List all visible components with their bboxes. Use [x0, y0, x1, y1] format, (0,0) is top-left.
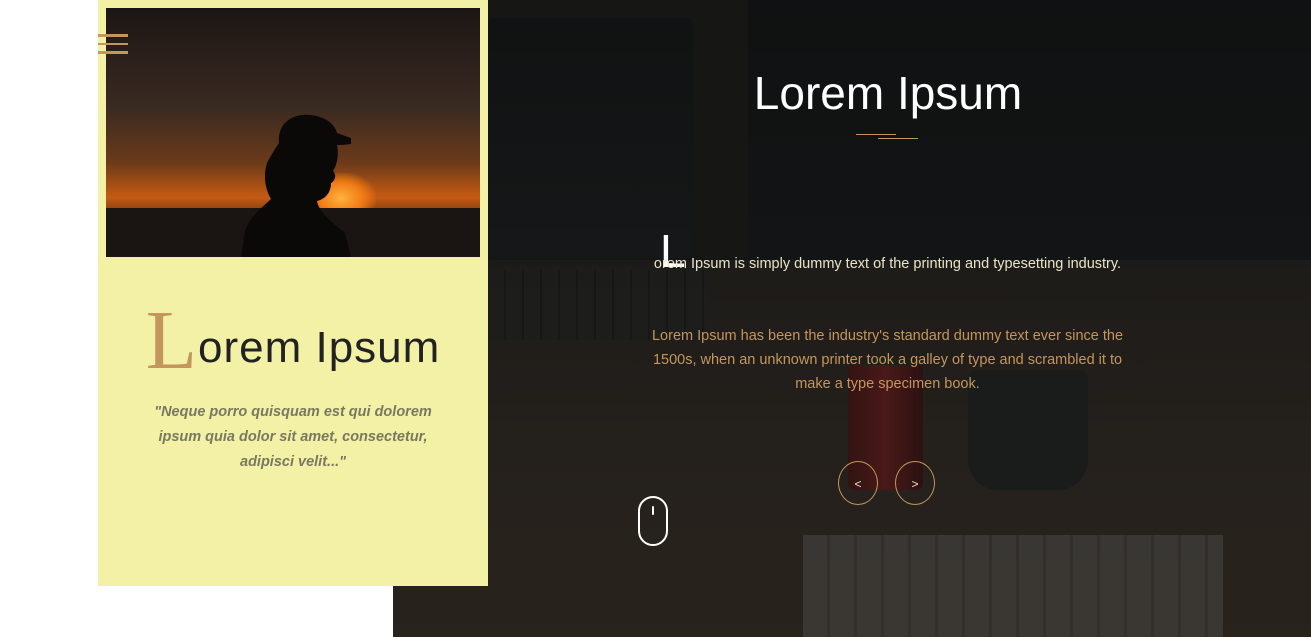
hero-lead-text: orem Ipsum is simply dummy text of the p… [653, 256, 1122, 272]
card-title-text: orem Ipsum [198, 323, 441, 372]
card-quote: "Neque porro quisquam est qui dolorem ip… [154, 404, 432, 470]
card-photo [106, 8, 480, 257]
mouse-scroll-icon[interactable] [638, 496, 668, 546]
person-silhouette [241, 114, 351, 257]
card-title: Lorem Ipsum [98, 292, 488, 389]
title-divider [856, 134, 918, 142]
hamburger-menu-icon[interactable] [98, 34, 128, 56]
mouse-wheel [652, 506, 654, 515]
hero-body-text: Lorem Ipsum has been the industry's stan… [651, 328, 1124, 392]
hero-title: Lorem Ipsum [753, 67, 1023, 119]
card-title-cap: L [145, 294, 198, 387]
next-slide-button[interactable]: > [895, 461, 935, 505]
prev-slide-button[interactable]: < [838, 461, 878, 505]
